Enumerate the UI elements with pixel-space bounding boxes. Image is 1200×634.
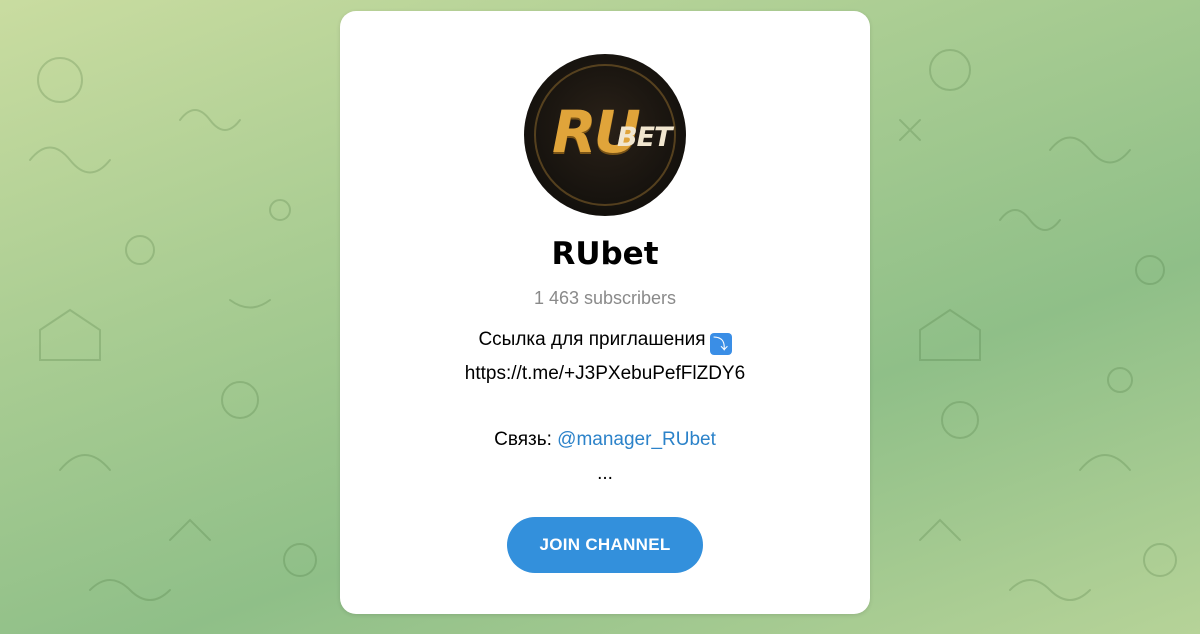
invite-text: Ссылка для приглашения	[478, 329, 706, 350]
avatar-logo-sub: BET	[617, 122, 672, 153]
channel-title: RUbet	[551, 236, 659, 272]
arrow-down-right-icon: ⤵	[709, 333, 732, 355]
description-line-contact: Связь: @manager_RUbet	[340, 429, 870, 451]
channel-card: RU BET RUbet 1 463 subscribers Ссылка дл…	[340, 11, 870, 614]
channel-avatar: RU BET	[524, 54, 686, 216]
join-channel-button[interactable]: JOIN CHANNEL	[507, 517, 703, 573]
description-ellipsis: ...	[597, 463, 613, 484]
contact-prefix: Связь:	[494, 429, 558, 450]
subscriber-count: 1 463 subscribers	[533, 288, 677, 308]
manager-username-link[interactable]: @manager_RUbet	[557, 429, 716, 450]
description-line-invite-url: https://t.me/+J3PXebuPefFlZDY6	[464, 363, 746, 384]
description-line-invite: Ссылка для приглашения ⤵	[340, 329, 870, 355]
